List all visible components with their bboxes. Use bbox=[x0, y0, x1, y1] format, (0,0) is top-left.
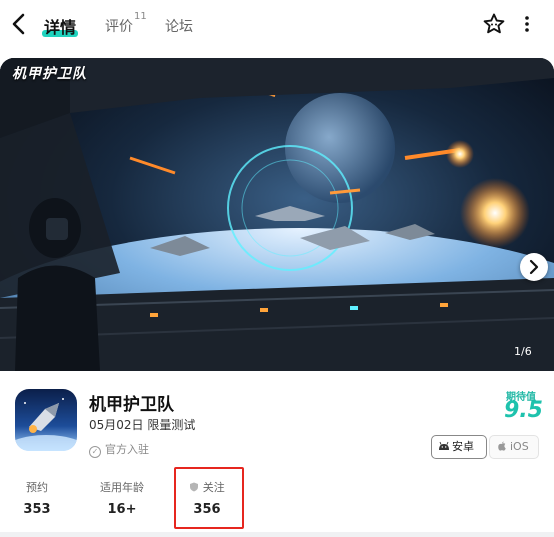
section-divider bbox=[0, 532, 554, 537]
follow-button[interactable]: 关注 356 bbox=[184, 479, 230, 517]
back-icon[interactable] bbox=[8, 11, 30, 37]
chevron-right-icon bbox=[529, 259, 539, 275]
stat-reserve: 预约 353 bbox=[22, 479, 52, 517]
banner-artwork bbox=[0, 58, 554, 371]
android-icon bbox=[439, 441, 449, 450]
stat-age: 适用年龄 16+ bbox=[96, 479, 148, 517]
platform-ios-button[interactable]: iOS bbox=[489, 435, 539, 459]
tab-review-label: 评价 bbox=[105, 19, 133, 35]
tab-detail[interactable]: 详情 bbox=[42, 14, 79, 38]
stat-reserve-value: 353 bbox=[23, 502, 51, 517]
stat-follow-label: 关注 bbox=[202, 481, 225, 494]
shield-icon bbox=[190, 482, 199, 492]
app-icon bbox=[15, 389, 77, 451]
official-label: 官方入驻 bbox=[105, 443, 149, 456]
stat-age-label: 适用年龄 bbox=[100, 481, 144, 494]
platform-android-button[interactable]: 安卓 bbox=[431, 435, 487, 459]
tab-forum[interactable]: 论坛 bbox=[165, 16, 193, 36]
next-image-button[interactable] bbox=[520, 253, 548, 281]
release-date: 05月02日 bbox=[89, 418, 144, 432]
stat-follow-value: 356 bbox=[193, 502, 221, 517]
release-info: 05月02日 限量测试 bbox=[89, 416, 195, 433]
screenshot-banner[interactable]: 机甲护卫队 1/6 bbox=[0, 58, 554, 371]
platform-ios-label: iOS bbox=[510, 440, 529, 453]
more-icon[interactable] bbox=[520, 13, 534, 35]
image-counter: 1/6 bbox=[514, 345, 532, 358]
official-badge: ✓ 官方入驻 bbox=[89, 441, 149, 458]
top-navigation: 详情 评价11 论坛 bbox=[0, 0, 554, 50]
banner-game-logo: 机甲护卫队 bbox=[12, 66, 87, 82]
review-count-badge: 11 bbox=[134, 11, 147, 23]
tab-detail-label: 详情 bbox=[44, 18, 77, 37]
platform-android-label: 安卓 bbox=[452, 440, 474, 453]
check-circle-icon: ✓ bbox=[89, 446, 101, 458]
app-name: 机甲护卫队 bbox=[89, 395, 174, 415]
star-icon[interactable] bbox=[482, 12, 506, 36]
stat-reserve-label: 预约 bbox=[26, 481, 48, 494]
expectation-score: 9.5 bbox=[504, 398, 543, 423]
tab-review[interactable]: 评价11 bbox=[105, 11, 147, 36]
tab-forum-label: 论坛 bbox=[165, 19, 193, 35]
test-type: 限量测试 bbox=[147, 418, 196, 432]
apple-icon bbox=[498, 441, 506, 451]
stat-age-value: 16+ bbox=[107, 502, 137, 517]
